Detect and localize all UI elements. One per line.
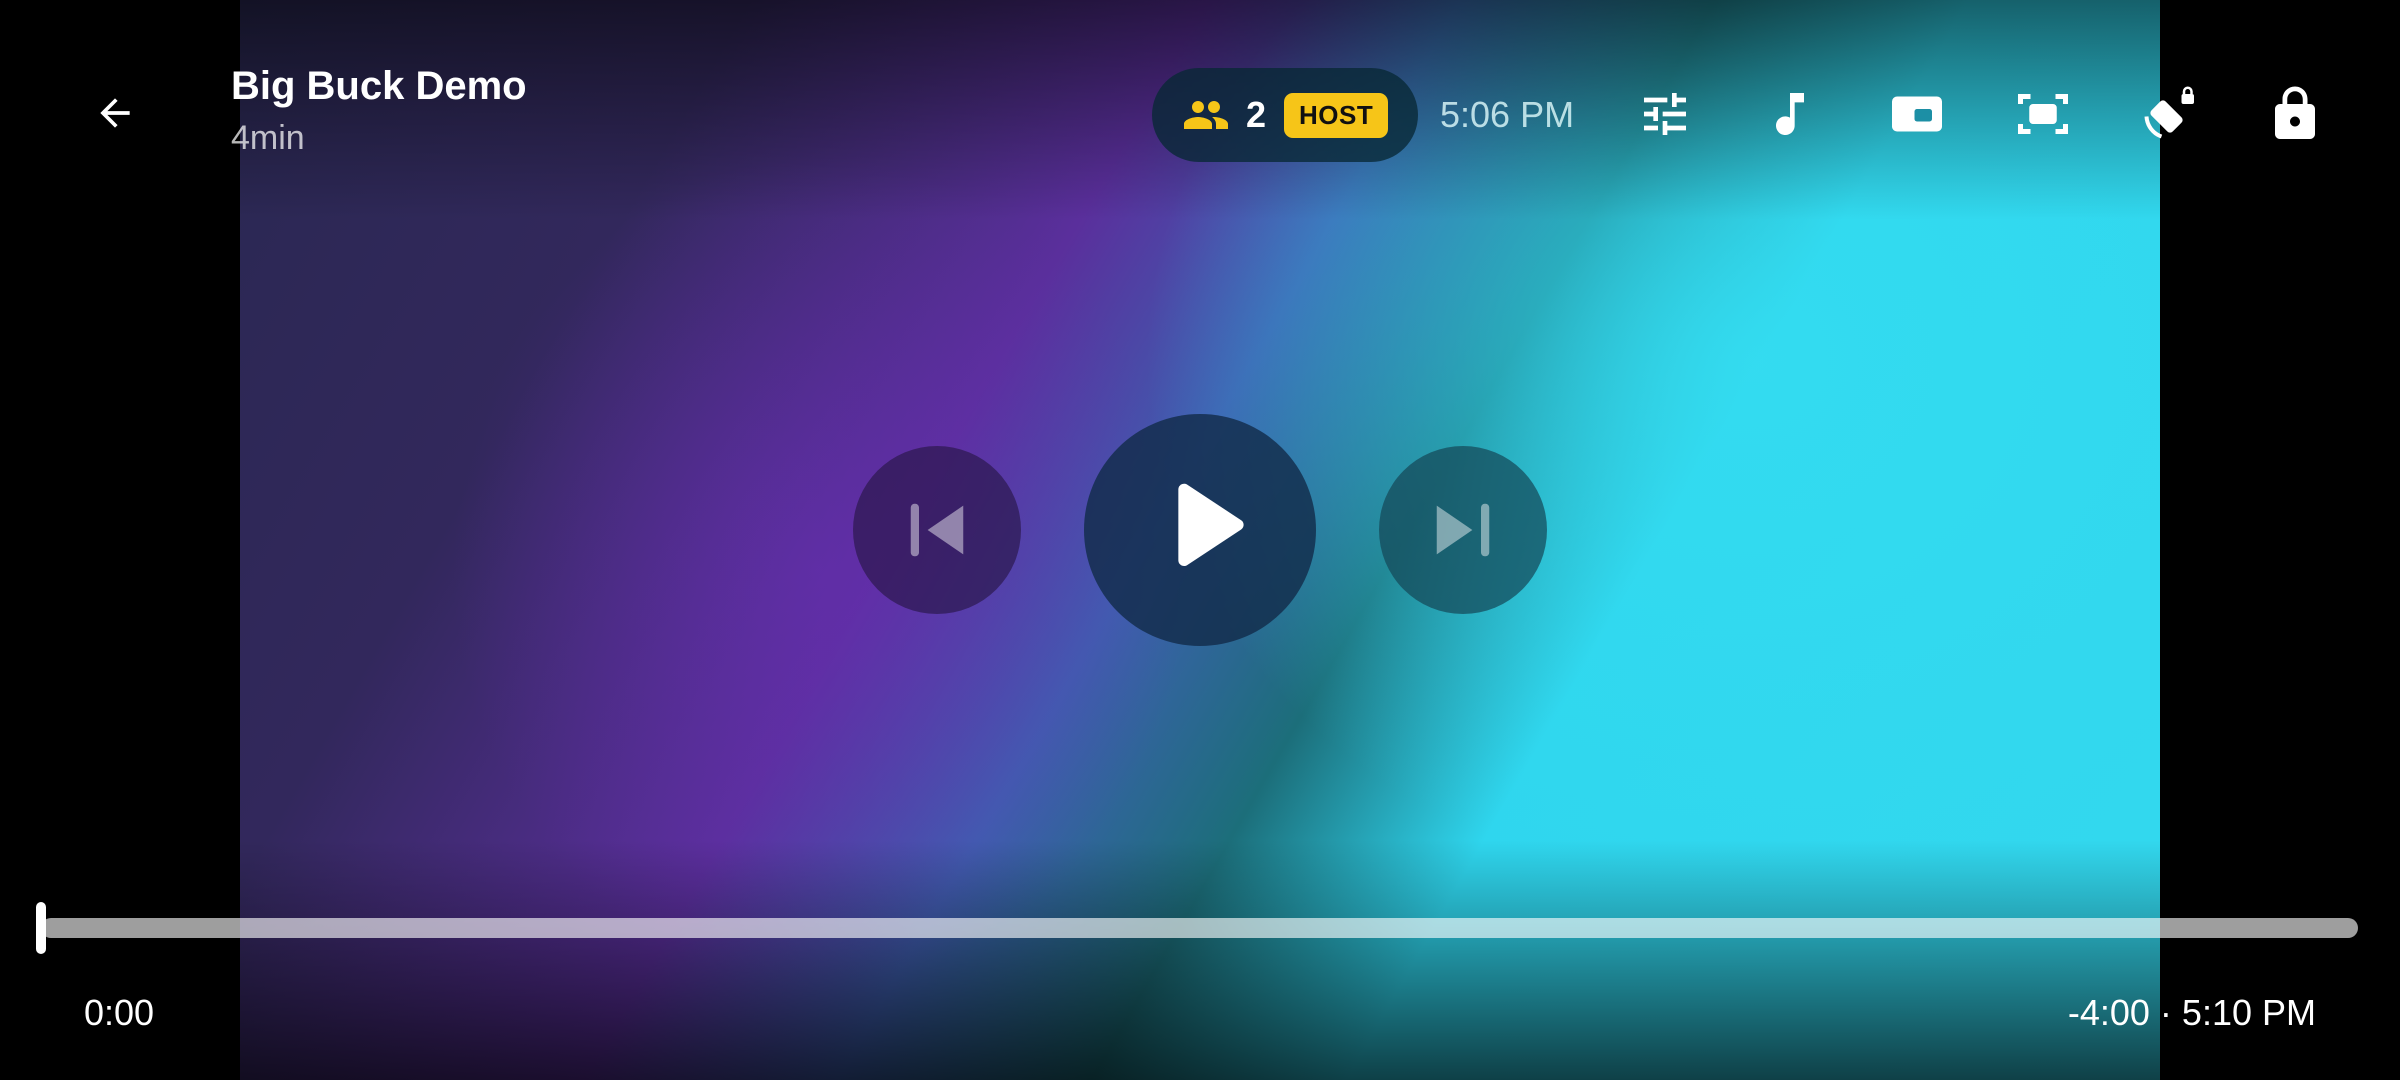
picture-in-picture-icon [1892,96,1942,132]
seek-bar[interactable] [41,918,2358,938]
title-block: Big Buck Demo 4min [231,64,527,158]
music-note-icon [1776,93,1804,135]
back-button[interactable] [78,76,152,150]
watch-party-chip[interactable]: 2 HOST [1152,68,1418,162]
party-member-count: 2 [1246,94,1267,135]
audio-track-button[interactable] [1754,78,1826,150]
bottom-scrim [240,840,2160,1080]
skip-previous-icon [910,503,964,557]
rotation-lock-button[interactable] [2133,78,2205,150]
video-duration: 4min [231,119,305,157]
arrow-back-icon [100,98,130,128]
settings-sliders-button[interactable] [1629,78,1701,150]
play-button[interactable] [1084,414,1316,646]
elapsed-time: 0:00 [84,992,155,1033]
host-badge: HOST [1284,92,1389,138]
group-icon [1184,101,1228,129]
player-screen: Big Buck Demo 4min 2 HOST 5:06 PM 0:00 -… [0,0,2400,1080]
picture-in-picture-button[interactable] [1881,78,1953,150]
previous-button[interactable] [853,446,1021,614]
aspect-ratio-button[interactable] [2007,78,2079,150]
screen-rotation-lock-icon [2144,86,2194,139]
seek-handle[interactable] [36,902,46,954]
lock-icon [2275,86,2315,139]
remaining-time-and-end-time: -4:00 · 5:10 PM [2067,992,2316,1033]
aspect-ratio-icon [2018,94,2068,134]
screen-lock-button[interactable] [2259,78,2331,150]
play-icon [1178,483,1244,566]
system-clock: 5:06 PM [1440,94,1575,135]
sliders-icon [1644,93,1686,135]
video-title: Big Buck Demo [231,64,527,108]
next-button[interactable] [1379,446,1547,614]
skip-next-icon [1436,503,1490,557]
